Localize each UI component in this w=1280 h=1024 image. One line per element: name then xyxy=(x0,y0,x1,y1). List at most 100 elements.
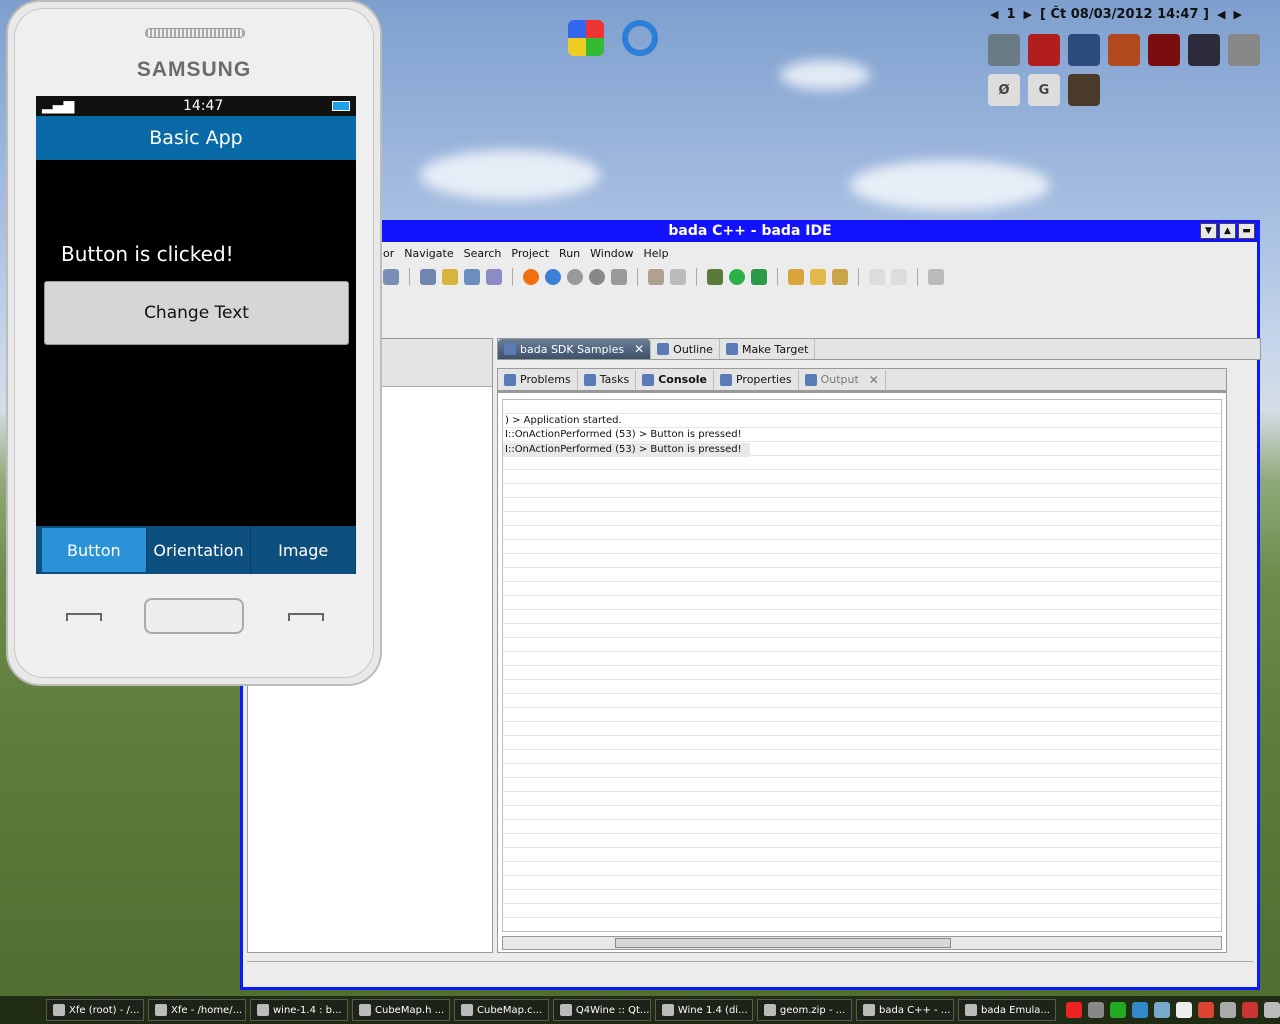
tab-bada-sdk-samples[interactable]: bada SDK Samples ✕ xyxy=(498,339,652,359)
tab-console[interactable]: Console xyxy=(636,369,714,390)
clean-icon[interactable] xyxy=(670,269,686,285)
perspective-icon[interactable] xyxy=(928,269,944,285)
phone-status-bar: ▂▄▆ 14:47 xyxy=(36,96,356,116)
tab-make-target[interactable]: Make Target xyxy=(720,339,816,359)
pen-icon[interactable] xyxy=(832,269,848,285)
left-arrow-icon[interactable]: ◀ xyxy=(1217,8,1225,21)
tray-icon[interactable] xyxy=(1264,1002,1280,1018)
space-icon[interactable] xyxy=(1188,34,1220,66)
phone-tab-button[interactable]: Button xyxy=(42,528,147,572)
prev-workspace-icon[interactable]: ◀ xyxy=(990,8,998,21)
task-label: Wine 1.4 (di... xyxy=(677,1004,748,1016)
tray-icon[interactable] xyxy=(1242,1002,1258,1018)
windows-logo-icon[interactable] xyxy=(568,20,604,56)
tab-properties[interactable]: Properties xyxy=(714,369,799,390)
wizard-icon[interactable] xyxy=(486,269,502,285)
camera-icon[interactable] xyxy=(611,269,627,285)
taskbar-item[interactable]: bada Emula... xyxy=(958,999,1056,1021)
menu-item-or[interactable]: or xyxy=(383,247,394,260)
debug-icon[interactable] xyxy=(707,269,723,285)
home-button[interactable] xyxy=(144,598,244,634)
run-ext-icon[interactable] xyxy=(751,269,767,285)
tray-icon[interactable] xyxy=(1066,1002,1082,1018)
blue-ring-icon[interactable] xyxy=(622,20,658,56)
tray-icon[interactable] xyxy=(1154,1002,1170,1018)
close-tab-icon[interactable]: ✕ xyxy=(634,342,644,356)
battery-icon xyxy=(331,101,350,111)
build-icon[interactable] xyxy=(648,269,664,285)
tab-output[interactable]: Output ✕ xyxy=(799,369,886,390)
game-icon[interactable] xyxy=(1108,34,1140,66)
task-icon xyxy=(257,1004,269,1016)
open-type-icon[interactable] xyxy=(788,269,804,285)
menu-item-run[interactable]: Run xyxy=(559,247,580,260)
taskbar-item[interactable]: Q4Wine :: Qt... xyxy=(552,999,651,1021)
menu-item-navigate[interactable]: Navigate xyxy=(404,247,453,260)
tray-icon[interactable] xyxy=(1198,1002,1214,1018)
task-label: geom.zip - ... xyxy=(779,1004,846,1016)
maximize-icon[interactable]: ▲ xyxy=(1219,223,1236,239)
soldier-icon[interactable] xyxy=(1068,74,1100,106)
right-arrow-icon[interactable]: ▶ xyxy=(1233,8,1241,21)
taskbar-item[interactable]: geom.zip - ... xyxy=(756,999,852,1021)
console-line: I::OnActionPerformed (53) > Button is pr… xyxy=(503,443,750,457)
jet-icon[interactable] xyxy=(1068,34,1100,66)
pause-icon[interactable] xyxy=(567,269,583,285)
dota-icon[interactable] xyxy=(988,34,1020,66)
tray-icon[interactable] xyxy=(1088,1002,1104,1018)
phone-tab-orientation[interactable]: Orientation xyxy=(147,526,252,574)
menu-item-help[interactable]: Help xyxy=(644,247,669,260)
taskbar-item[interactable]: Xfe (root) - /... xyxy=(46,999,144,1021)
speaker-grille xyxy=(145,28,245,38)
menu-softkey[interactable] xyxy=(288,613,324,621)
tab-outline[interactable]: Outline xyxy=(651,339,720,359)
tab-problems[interactable]: Problems xyxy=(498,369,578,390)
play-icon[interactable] xyxy=(545,269,561,285)
paragraph-icon[interactable] xyxy=(891,269,907,285)
taskbar-item[interactable]: CubeMap.h ... xyxy=(352,999,450,1021)
checker-icon[interactable] xyxy=(1228,34,1260,66)
menu-item-window[interactable]: Window xyxy=(590,247,633,260)
tray-icon[interactable] xyxy=(1110,1002,1126,1018)
scroll-thumb[interactable] xyxy=(615,938,951,948)
task-icon xyxy=(863,1004,875,1016)
taskbar-item[interactable]: wine-1.4 : b... xyxy=(250,999,348,1021)
menu-item-search[interactable]: Search xyxy=(464,247,502,260)
save-icon[interactable] xyxy=(383,269,399,285)
horizontal-scrollbar[interactable] xyxy=(502,936,1222,950)
folder-icon[interactable] xyxy=(442,269,458,285)
minimize-icon[interactable]: ▼ xyxy=(1200,223,1217,239)
task-label: CubeMap.c... xyxy=(477,1004,543,1016)
tray-icon[interactable] xyxy=(1132,1002,1148,1018)
change-text-button[interactable]: Change Text xyxy=(44,281,349,345)
taskbar-item[interactable]: Xfe - /home/... xyxy=(148,999,246,1021)
record-icon[interactable] xyxy=(523,269,539,285)
close-icon[interactable]: ▬ xyxy=(1238,223,1255,239)
oblivion-icon[interactable]: Ø xyxy=(988,74,1020,106)
taskbar-item[interactable]: CubeMap.c... xyxy=(454,999,549,1021)
new-icon[interactable] xyxy=(420,269,436,285)
console-output[interactable]: ) > Application started. I::OnActionPerfo… xyxy=(502,399,1222,932)
tray-icon[interactable] xyxy=(1176,1002,1192,1018)
taskbar-item[interactable]: bada C++ - ... xyxy=(856,999,954,1021)
back-softkey[interactable] xyxy=(66,613,102,621)
doc-icon[interactable] xyxy=(869,269,885,285)
ide-title-bar[interactable]: bada C++ - bada IDE ▼ ▲ ▬ xyxy=(243,220,1257,242)
date-time: [ Čt 08/03/2012 14:47 ] xyxy=(1039,6,1209,22)
phone-tab-image[interactable]: Image xyxy=(251,526,357,574)
g-icon[interactable]: G xyxy=(1028,74,1060,106)
menu-item-project[interactable]: Project xyxy=(511,247,549,260)
task-icon xyxy=(965,1004,977,1016)
tray-icon[interactable] xyxy=(1220,1002,1236,1018)
next-workspace-icon[interactable]: ▶ xyxy=(1024,8,1032,21)
taskbar-item[interactable]: Wine 1.4 (di... xyxy=(654,999,753,1021)
run-icon[interactable] xyxy=(729,269,745,285)
open-folder-icon[interactable] xyxy=(810,269,826,285)
mafia-icon[interactable] xyxy=(1028,34,1060,66)
close-tab-icon[interactable]: ✕ xyxy=(869,373,879,387)
tab-icon xyxy=(504,343,516,355)
red-orb-icon[interactable] xyxy=(1148,34,1180,66)
stop-icon[interactable] xyxy=(589,269,605,285)
tab-tasks[interactable]: Tasks xyxy=(578,369,637,390)
project-icon[interactable] xyxy=(464,269,480,285)
